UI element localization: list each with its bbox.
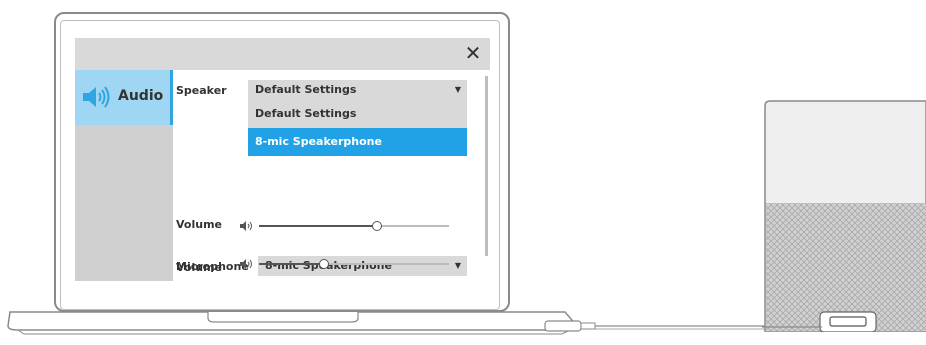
- option-label: 8-mic Speakerphone: [255, 135, 382, 148]
- microphone-volume-row: Volume: [173, 258, 473, 280]
- audio-settings-window: ✕ Audio Speaker Default Settings ▼ Defau…: [75, 38, 490, 281]
- speaker-volume-label: Volume: [176, 218, 222, 231]
- volume-icon: [240, 221, 252, 231]
- speaker-option-default[interactable]: Default Settings: [248, 100, 467, 128]
- audio-settings-panel: Speaker Default Settings ▼ Default Setti…: [173, 70, 490, 281]
- microphone-volume-label: Volume: [176, 261, 222, 274]
- volume-icon: [240, 259, 252, 269]
- slider-thumb[interactable]: [372, 221, 382, 231]
- speaker-option-speakerphone[interactable]: 8-mic Speakerphone: [248, 128, 467, 156]
- speaker-select-value: Default Settings: [255, 83, 357, 96]
- sidebar-item-audio[interactable]: Audio: [75, 70, 173, 125]
- slider-fill: [259, 225, 377, 227]
- option-label: Default Settings: [255, 107, 357, 120]
- scrollbar[interactable]: [485, 76, 488, 256]
- slider-fill: [259, 263, 324, 265]
- speakerphone-device: [762, 100, 926, 332]
- speaker-label: Speaker: [176, 84, 227, 97]
- chevron-down-icon: ▼: [454, 85, 461, 94]
- close-button[interactable]: ✕: [462, 42, 484, 64]
- window-titlebar: ✕: [75, 38, 490, 70]
- speaker-icon: [83, 86, 110, 108]
- slider-thumb[interactable]: [319, 259, 329, 269]
- sidebar-item-label: Audio: [118, 88, 164, 104]
- microphone-volume-slider[interactable]: [259, 258, 449, 270]
- speaker-volume-slider[interactable]: [259, 220, 449, 232]
- sidebar: Audio: [75, 70, 173, 281]
- laptop-base: [7, 311, 578, 335]
- speaker-select[interactable]: Default Settings ▼: [248, 80, 467, 100]
- usb-cable: [544, 320, 770, 332]
